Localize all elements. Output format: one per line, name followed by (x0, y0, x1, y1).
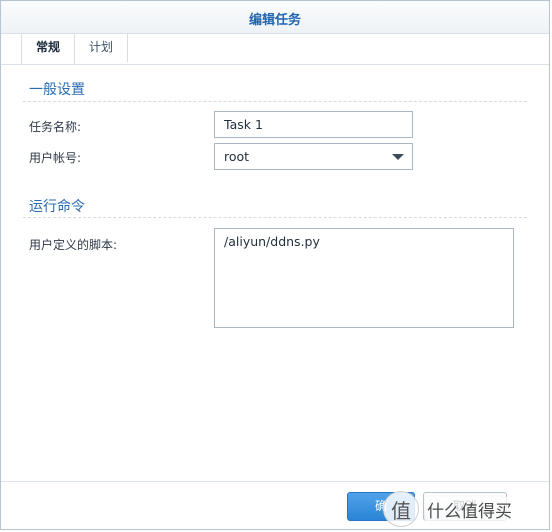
user-account-value: root (224, 149, 250, 164)
dialog-titlebar: 编辑任务 (1, 1, 549, 34)
dialog-title: 编辑任务 (248, 13, 301, 28)
tab-divider (1, 64, 549, 65)
tab-general[interactable]: 常规 (21, 34, 76, 65)
task-name-input[interactable] (214, 111, 413, 138)
user-account-select[interactable]: root (214, 143, 413, 170)
tab-schedule[interactable]: 计划 (75, 34, 129, 62)
task-name-label: 任务名称: (29, 120, 82, 134)
chevron-down-icon[interactable] (392, 154, 404, 160)
user-script-label: 用户定义的脚本: (29, 238, 118, 252)
user-account-label: 用户帐号: (29, 151, 82, 165)
user-script-textarea[interactable]: /aliyun/ddns.py (214, 228, 514, 328)
watermark-badge-icon: 值 (383, 491, 419, 527)
command-section-title: 运行命令 (29, 199, 85, 215)
command-section-divider (23, 217, 527, 218)
watermark-logo: 值 什么值得买 (383, 487, 552, 531)
tab-bar: 常规 计划 (21, 34, 129, 65)
watermark-text: 什么值得买 (425, 496, 514, 522)
edit-task-dialog: 编辑任务 常规 计划 一般设置 任务名称: 用户帐号: root 运行命令 用户… (0, 0, 550, 530)
footer-divider (1, 481, 549, 482)
general-section-title: 一般设置 (29, 82, 85, 98)
general-section-divider (23, 101, 527, 102)
